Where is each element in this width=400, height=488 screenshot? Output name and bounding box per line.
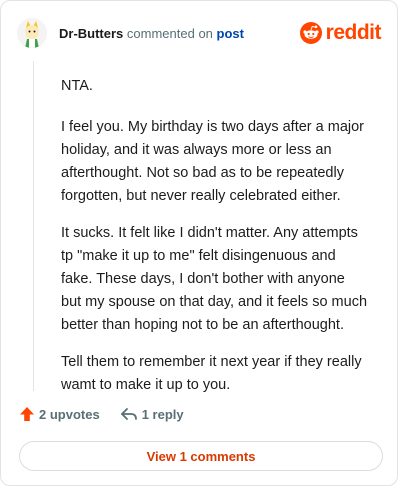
comment-body: NTA. I feel you. My birthday is two days…	[61, 75, 367, 411]
reply-button[interactable]: 1 reply	[120, 406, 184, 422]
view-comments-button[interactable]: View 1 comments	[19, 441, 383, 471]
author-name[interactable]: Dr-Butters	[59, 26, 123, 41]
post-link[interactable]: post	[217, 26, 244, 41]
comment-card: Dr-Butters commented on post reddit NTA.…	[0, 0, 398, 486]
reply-label: 1 reply	[141, 406, 184, 422]
reply-arrow-icon	[120, 408, 137, 420]
comment-paragraph: NTA.	[61, 78, 93, 94]
avatar-icon	[17, 18, 47, 48]
reddit-snoo-icon	[299, 22, 322, 44]
upvotes-label: 2 upvotes	[39, 406, 100, 422]
comment-header: Dr-Butters commented on post	[17, 15, 244, 51]
comment-paragraph: I feel you. My birthday is two days afte…	[61, 119, 365, 204]
comment-meta: Dr-Butters commented on post	[59, 26, 244, 41]
upvote-button[interactable]: 2 upvotes	[19, 406, 100, 422]
comment-paragraph: Tell them to remember it next year if th…	[61, 354, 362, 393]
reddit-wordmark: reddit	[325, 21, 382, 44]
comment-actions: 2 upvotes 1 reply	[19, 406, 204, 422]
upvote-arrow-icon	[20, 407, 34, 421]
avatar[interactable]	[17, 18, 47, 48]
reddit-logo[interactable]: reddit	[299, 21, 382, 45]
action-text: commented on	[126, 25, 213, 41]
comment-paragraph: It sucks. It felt like I didn't matter. …	[61, 225, 368, 333]
thread-line[interactable]	[33, 61, 34, 391]
